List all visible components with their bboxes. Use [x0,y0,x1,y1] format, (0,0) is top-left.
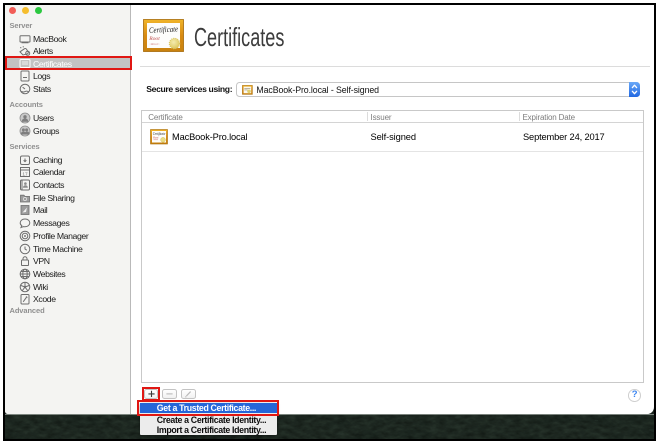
svg-text:Root: Root [152,137,159,140]
svg-text:~Root~: ~Root~ [150,42,160,46]
svg-text:Certificate: Certificate [149,24,179,35]
svg-text:17: 17 [22,172,28,178]
